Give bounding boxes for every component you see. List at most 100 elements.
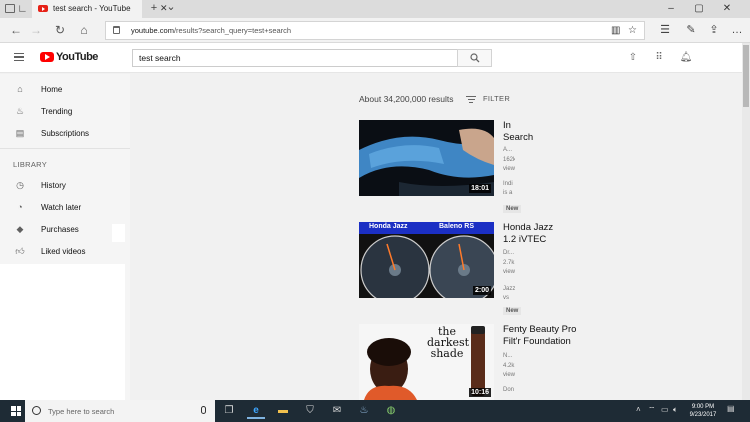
url-text: youtube.com/results?search_query=test+se… — [131, 26, 292, 35]
sidebar-item-history[interactable]: ◷ History — [0, 175, 130, 197]
video-views: 162k — [503, 157, 515, 163]
task-view-icon[interactable]: ❐ — [220, 403, 238, 419]
sidebar-item-subscriptions[interactable]: ▤ Subscriptions — [0, 123, 130, 145]
video-views: 4.2k — [503, 363, 515, 369]
filter-button[interactable]: FILTER — [483, 94, 510, 103]
clock-time: 9:00 PM — [691, 404, 715, 410]
edge-browser-icon[interactable]: e — [247, 403, 265, 419]
windows-start-icon[interactable] — [11, 406, 21, 416]
sidebar-item-liked-videos[interactable]: 👍︎ Liked videos — [0, 241, 130, 263]
video-title[interactable]: Honda Jazz 1.2 iVTEC — [503, 222, 563, 246]
favorite-star-icon[interactable]: ☆ — [628, 25, 637, 36]
youtube-logo-text[interactable]: YouTube — [56, 51, 98, 63]
search-button[interactable] — [457, 49, 492, 67]
sidebar-item-home[interactable]: ⌂ Home — [0, 79, 130, 101]
cortana-icon — [32, 406, 41, 415]
lock-icon — [113, 26, 120, 34]
maximize-window-button[interactable]: ▢ — [685, 0, 713, 18]
sidebar-redacted-area — [0, 264, 125, 402]
youtube-favicon-icon — [38, 5, 48, 12]
duration-badge: 10:16 — [469, 388, 491, 397]
video-title[interactable]: In Search — [503, 120, 543, 144]
upload-icon[interactable]: ⇧ — [626, 52, 640, 63]
sidebar-item-label: Home — [41, 85, 63, 94]
thumbs-up-icon: 👍︎ — [15, 246, 25, 256]
battery-icon[interactable]: ▭ — [661, 405, 669, 414]
share-icon[interactable]: ⇪ — [705, 22, 723, 39]
tab-preview-icon[interactable] — [5, 4, 15, 13]
search-input[interactable]: test search — [132, 49, 458, 67]
tag-icon: ◆ — [16, 224, 24, 234]
minimize-window-button[interactable]: – — [657, 0, 685, 18]
youtube-logo-icon[interactable] — [40, 52, 54, 62]
sidebar-item-label: Purchases — [41, 225, 79, 234]
notifications-bell-icon[interactable]: 🔔︎ — [679, 52, 693, 63]
sidebar-item-label: History — [41, 181, 66, 190]
library-section-header: LIBRARY — [13, 160, 48, 169]
taskbar-search-box[interactable]: Type here to search — [25, 400, 215, 422]
video-views-label: view — [503, 166, 515, 172]
store-icon[interactable]: ⛉ — [301, 403, 319, 419]
sidebar-item-watch-later[interactable]: ◔ Watch later — [0, 197, 130, 219]
tab-list-dropdown-icon[interactable]: ⌄ — [164, 0, 178, 13]
subscriptions-icon: ▤ — [15, 128, 25, 138]
close-window-button[interactable]: ✕ — [713, 0, 741, 18]
address-bar[interactable]: youtube.com/results?search_query=test+se… — [105, 21, 645, 40]
new-badge: New — [503, 307, 522, 315]
sidebar-item-trending[interactable]: ♨ Trending — [0, 101, 130, 123]
back-tabs-icon[interactable] — [19, 5, 26, 12]
thumbnail-caption-left: Honda Jazz — [369, 223, 408, 230]
video-channel: A... — [503, 147, 513, 153]
youtube-header: YouTube test search ⇧ ⠿ 🔔︎ — [0, 43, 742, 73]
home-browser-icon[interactable]: ⌂ — [76, 21, 92, 39]
steam-icon[interactable]: ♨ — [355, 403, 373, 419]
forward-arrow-icon[interactable]: → — [28, 21, 44, 39]
thumbnail-caption-right: Baleno RS — [439, 223, 475, 230]
file-explorer-icon[interactable]: ▬ — [274, 403, 292, 419]
tab-title: test search - YouTube — [53, 4, 131, 13]
show-hidden-icons-chevron[interactable]: ˄ — [636, 405, 641, 414]
more-menu-icon[interactable]: … — [728, 22, 746, 39]
reading-view-icon[interactable]: ▥ — [611, 25, 620, 36]
new-badge: New — [503, 205, 522, 213]
video-thumbnail[interactable]: the darkest shade 10:16 — [359, 324, 494, 400]
back-arrow-icon[interactable]: ← — [8, 21, 24, 39]
sidebar-item-label: Watch later — [41, 203, 82, 212]
scrollbar-thumb[interactable] — [743, 45, 749, 107]
sidebar-divider — [0, 148, 130, 149]
flame-icon: ♨ — [15, 106, 25, 116]
web-note-icon[interactable]: ✎ — [682, 22, 700, 39]
video-description: Jazz — [503, 286, 515, 292]
action-center-icon[interactable]: ▤ — [727, 404, 735, 413]
system-clock[interactable]: 9:00 PM 9/23/2017 — [684, 403, 722, 419]
video-thumbnail[interactable]: Honda Jazz Baleno RS 2:00 — [359, 222, 494, 298]
results-count: About 34,200,000 results — [359, 94, 454, 104]
sidebar-item-label: Trending — [41, 107, 73, 116]
network-icon[interactable]: ⌔ — [648, 405, 656, 415]
video-description: vs — [503, 295, 509, 301]
new-tab-button[interactable]: + — [147, 2, 161, 14]
history-icon: ◷ — [16, 180, 24, 190]
microphone-icon[interactable] — [201, 406, 206, 414]
video-title[interactable]: Fenty Beauty Pro Filt'r Foundation — [503, 324, 583, 348]
video-channel: N... — [503, 353, 513, 359]
apps-grid-icon[interactable]: ⠿ — [652, 52, 666, 63]
browser-tab-active[interactable]: test search - YouTube ✕ — [32, 0, 168, 18]
video-views: 2.7k — [503, 260, 515, 266]
video-description: Don — [503, 387, 515, 393]
filter-icon[interactable] — [466, 95, 476, 103]
refresh-icon[interactable]: ↻ — [52, 21, 68, 39]
video-description: Indi — [503, 181, 513, 187]
app-icon[interactable]: ◍ — [382, 403, 400, 419]
volume-icon[interactable]: 🔈︎ — [673, 405, 678, 415]
guide-menu-icon[interactable] — [14, 53, 24, 61]
sidebar-item-purchases[interactable]: ◆ Purchases — [0, 219, 130, 241]
favorites-hub-icon[interactable]: ☰ — [656, 22, 674, 39]
sidebar-item-label: Subscriptions — [41, 129, 90, 138]
sidebar-item-label: Liked videos — [41, 247, 86, 256]
mail-icon[interactable]: ✉ — [328, 403, 346, 419]
video-description: is a — [503, 190, 513, 196]
guide-sidebar: ⌂ Home ♨ Trending ▤ Subscriptions ◷ Hist… — [0, 74, 130, 402]
video-views-label: view — [503, 269, 515, 275]
video-thumbnail[interactable]: 18:01 — [359, 120, 494, 196]
